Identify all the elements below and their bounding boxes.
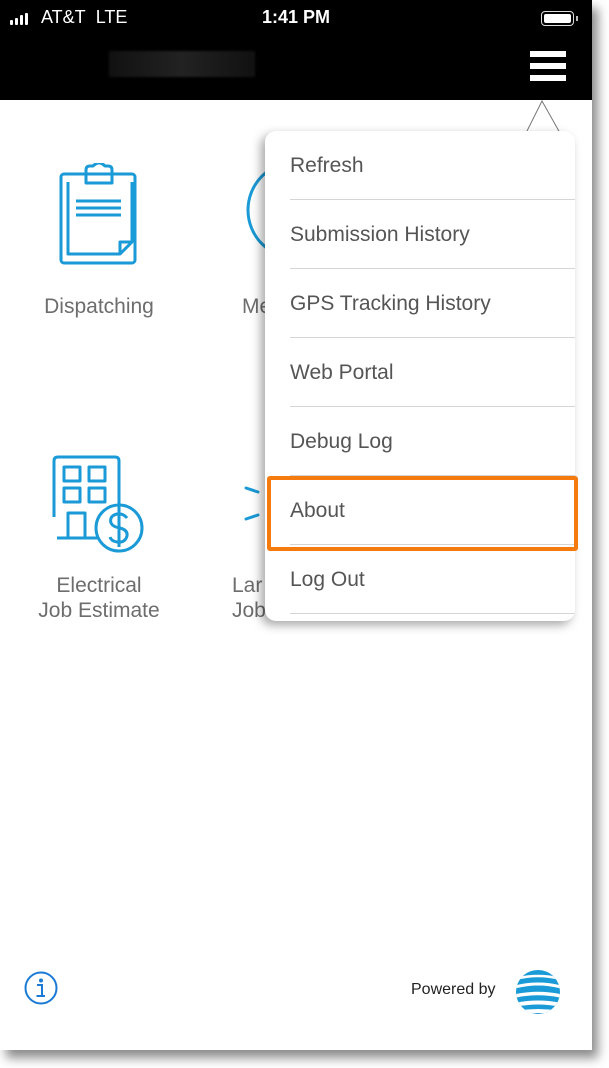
menu-item-label: Web Portal	[290, 360, 394, 384]
battery-icon	[541, 11, 574, 26]
hamburger-icon[interactable]	[530, 51, 566, 81]
redacted-title	[109, 51, 255, 77]
tile-electrical-job-estimate[interactable]: Electrical Job Estimate	[20, 455, 178, 623]
top-bar: AT&T LTE 1:41 PM	[0, 0, 592, 100]
menu-item-label: Refresh	[290, 153, 364, 177]
menu-item-about[interactable]: About	[265, 476, 575, 545]
menu-item-label: Submission History	[290, 222, 470, 246]
menu-item-label: Log Out	[290, 567, 365, 591]
tile-label-line1: Electrical	[56, 574, 142, 597]
building-dollar-icon	[52, 455, 144, 553]
status-bar: AT&T LTE 1:41 PM	[0, 5, 592, 29]
clipboard-icon	[59, 163, 137, 265]
menu-item-label: About	[290, 498, 345, 522]
menu-item-gps-tracking-history[interactable]: GPS Tracking History	[265, 269, 575, 338]
clock: 1:41 PM	[261, 7, 331, 27]
att-globe-icon	[516, 970, 560, 1014]
powered-by-text: Powered by	[411, 981, 496, 998]
menu-item-log-out[interactable]: Log Out	[265, 545, 575, 614]
tile-dispatching[interactable]: Dispatching	[20, 163, 178, 319]
menu-item-refresh[interactable]: Refresh	[265, 131, 575, 200]
menu-item-web-portal[interactable]: Web Portal	[265, 338, 575, 407]
tile-label-line2: Job Estimate	[38, 599, 160, 622]
menu-item-submission-history[interactable]: Submission History	[265, 200, 575, 269]
menu-item-debug-log[interactable]: Debug Log	[265, 407, 575, 476]
menu-item-label: GPS Tracking History	[290, 291, 491, 315]
popover-arrow	[525, 100, 561, 134]
menu-item-label: Debug Log	[290, 429, 393, 453]
overflow-menu: Refresh Submission History GPS Tracking …	[265, 131, 575, 621]
info-icon[interactable]	[24, 971, 58, 1005]
tile-label: Dispatching	[44, 295, 154, 318]
battery-tip	[576, 16, 578, 21]
menu-separator	[290, 613, 575, 614]
app-screen: AT&T LTE 1:41 PM Dispatching Me Electric…	[0, 0, 592, 1050]
